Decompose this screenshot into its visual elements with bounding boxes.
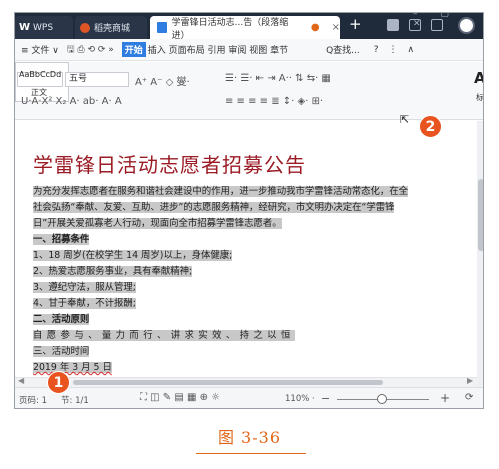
selected-text: 2、热爱志愿服务事业，具有奉献精神; [33, 266, 193, 277]
body-line: 日”开展关爱孤寡老人行动，现面向全市招募学雷锋志愿者。 [33, 216, 282, 232]
zoom-level[interactable]: 110% · [285, 394, 315, 404]
paragraph-tools-row1[interactable]: ☰· ☰· ⇤ ⇥ A·· ⇅ ⇆· ▦ [225, 73, 331, 84]
scroll-left-icon[interactable]: ◀ [18, 376, 24, 385]
file-menu-button[interactable]: ≡ 文件 ∨ [21, 43, 59, 56]
selected-text: 社会弘扬“奉献、友爱、互助、进步”的志愿服务精神，经研究，市文明办决定在“学雷锋 [33, 202, 395, 213]
font-size-tools[interactable]: A⁺ A⁻ ◇ 燮· [135, 73, 190, 88]
vertical-scroll-thumb[interactable] [478, 179, 483, 251]
selected-text: 2019 年 3 月 5 日 [33, 362, 112, 373]
selected-text: 自愿参与、量力而行、讲求实效、持之以恒 [33, 330, 295, 341]
body-line: 4、甘于奉献，不计报酬; [33, 296, 136, 312]
tab-start[interactable]: 开始 [121, 42, 146, 57]
tab-doc-label: 学雷锋日活动志...告（段落缩进） [171, 17, 289, 41]
quick-access-tools[interactable]: 🖫 ⎙ ⟲ ⟳ » [67, 42, 114, 58]
style-heading-button[interactable]: A 标 [472, 65, 484, 105]
sidebar-toggle-icon[interactable] [387, 19, 399, 31]
fit-window-icon[interactable]: ⟳ [465, 392, 473, 403]
mouse-pointer-icon: ⇱ [400, 113, 410, 126]
style-normal-sample: AaBbCcDd [19, 70, 62, 79]
selected-text: 日”开展关爱孤寡老人行动，现面向全市招募学雷锋志愿者。 [33, 218, 282, 229]
zoom-out-button[interactable]: − [321, 392, 330, 405]
selected-text: 为充分发挥志愿者在服务和谐社会建设中的作用，进一步推动我市学雷锋活动常态化，在全 [33, 186, 409, 197]
body-line: 为充分发挥志愿者在服务和谐社会建设中的作用，进一步推动我市学雷锋活动常态化，在全 [33, 184, 409, 200]
status-bar: 页码: 1 节: 1/1 ⛶ ◫ ✎ ▤ ▦ ⊕ ☼ 110% · − + ⟳ [15, 387, 483, 408]
window-mode-icon[interactable] [431, 19, 443, 31]
scroll-right-icon[interactable]: ▶ [467, 376, 473, 385]
body-line: 2、热爱志愿服务事业，具有奉献精神; [33, 264, 193, 280]
tab-active-document[interactable]: 学雷锋日活动志...告（段落缩进） ● × [150, 16, 340, 41]
figure-caption: 图 3-36 [217, 428, 282, 447]
style-normal-label: 正文 [31, 88, 47, 97]
collapse-ribbon-button[interactable]: ∧ [408, 45, 415, 55]
tab-docer-store[interactable]: 稻壳商城 [75, 16, 147, 39]
callout-badge-1: 1 [47, 371, 70, 394]
body-line: 社会弘扬“奉献、友爱、互助、进步”的志愿服务精神，经研究，市文明办决定在“学雷锋 [33, 200, 395, 216]
vertical-scrollbar[interactable] [477, 121, 483, 387]
font-size-dropdown[interactable]: 五号 [65, 72, 129, 87]
page-indicator[interactable]: 页码: 1 [19, 394, 47, 406]
selected-text: 4、甘于奉献，不计报酬; [33, 298, 136, 309]
menu-bar: ≡ 文件 ∨ 🖫 ⎙ ⟲ ⟳ » 开始 插入 页面布局 引用 审阅 视图 章节 … [15, 39, 483, 61]
heading-line: 二、活动原则 [33, 312, 90, 328]
horizontal-scrollbar[interactable]: ◀ ▶ [15, 376, 477, 387]
document-canvas[interactable]: 学雷锋日活动志愿者招募公告 为充分发挥志愿者在服务和谐社会建设中的作用，进一步推… [15, 121, 477, 387]
tab-store-label: 稻壳商城 [94, 24, 131, 34]
wps-logo-icon: W [19, 22, 31, 33]
more-menu-button[interactable]: ⋮ [389, 45, 398, 55]
body-line: 三、活动时间 [33, 344, 90, 360]
docer-logo-icon [80, 22, 90, 33]
tab-wps-label: WPS [33, 22, 54, 33]
writer-doc-icon [157, 22, 167, 33]
horizontal-scroll-thumb[interactable] [73, 380, 383, 385]
ribbon-tabs[interactable]: 插入 页面布局 引用 审阅 视图 章节 [148, 43, 288, 56]
zoom-in-button[interactable]: + [440, 391, 450, 405]
titlebar-tools [387, 19, 443, 31]
zoom-slider-knob[interactable] [377, 394, 387, 404]
heading-line: 一、招募条件 [33, 232, 90, 248]
find-command-button[interactable]: Q查找... [326, 43, 360, 56]
selected-text: 三、活动时间 [33, 346, 90, 357]
section-indicator: 节: 1/1 [61, 396, 89, 406]
paragraph-tools-row2[interactable]: ≡ ≡ ≡ ≡ ≣ ↕· ◈· ⊞· [225, 96, 323, 107]
ribbon-toolbar: 五号 A⁺ A⁻ ◇ 燮· U·A·X² X₂ A· ab· A· A ☰· ☰… [15, 62, 484, 120]
wps-writer-window: W WPS 稻壳商城 学雷锋日活动志...告（段落缩进） ● × + – ▢ ✕ [14, 12, 484, 409]
style-heading-sample: A [474, 69, 483, 87]
help-button[interactable]: ? [374, 45, 379, 55]
body-line: 2019 年 3 月 5 日 [33, 360, 112, 376]
body-line: 自愿参与、量力而行、讲求实效、持之以恒 [33, 328, 295, 344]
tab-list-icon[interactable] [409, 19, 421, 31]
style-heading-label: 标 [476, 93, 484, 102]
new-tab-button[interactable]: + [349, 15, 362, 33]
document-title: 学雷锋日活动志愿者招募公告 [33, 153, 306, 177]
body-line: 1、18 周岁(在校学生 14 周岁)以上，身体健康; [33, 248, 233, 264]
title-bar: W WPS 稻壳商城 学雷锋日活动志...告（段落缩进） ● × + – ▢ ✕ [15, 13, 483, 41]
callout-badge-2: 2 [419, 115, 442, 138]
caption-underline [196, 453, 306, 454]
unsaved-dot-icon: ● [310, 22, 320, 33]
tab-wps-home[interactable]: W WPS [15, 16, 73, 39]
view-mode-icons[interactable]: ⛶ ◫ ✎ ▤ ▦ ⊕ ☼ [140, 392, 220, 403]
user-avatar[interactable] [458, 17, 475, 34]
selected-text: 1、18 周岁(在校学生 14 周岁)以上，身体健康; [33, 250, 233, 261]
body-line: 3、遵纪守法，服从管理; [33, 280, 136, 296]
selected-text: 3、遵纪守法，服从管理; [33, 282, 136, 293]
selected-text: 二、活动原则 [33, 314, 90, 325]
figure-root: W WPS 稻壳商城 学雷锋日活动志...告（段落缩进） ● × + – ▢ ✕ [0, 0, 499, 469]
tab-close-icon[interactable]: × [332, 22, 340, 33]
selected-text: 一、招募条件 [33, 234, 90, 245]
